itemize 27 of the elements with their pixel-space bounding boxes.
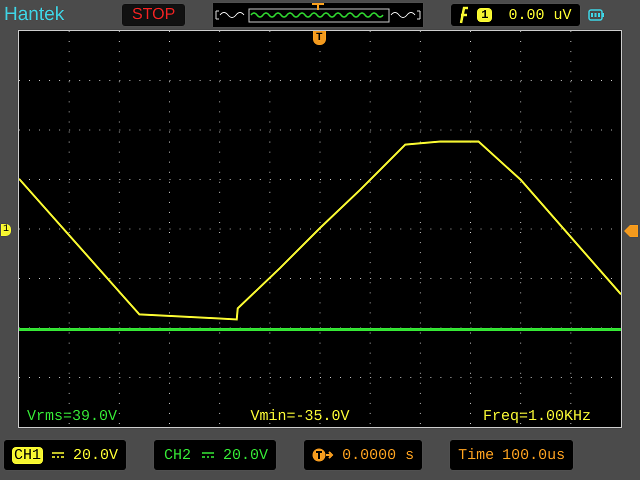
trigger-level: 0.00 uV <box>508 6 572 24</box>
trigger-position-marker[interactable]: T <box>313 31 326 45</box>
trigger-edge-icon <box>459 6 470 24</box>
trigger-source: 1 <box>477 8 492 22</box>
dc-coupling-icon <box>51 450 66 460</box>
measurement-readout: Vrms=39.0V <box>27 408 118 425</box>
channel-scale: 20.0V <box>73 446 118 464</box>
dc-coupling-icon <box>201 450 216 460</box>
timebase-label: Time <box>458 446 494 464</box>
channel-scale: 20.0V <box>223 446 268 464</box>
timebase-panel[interactable]: Time 100.0us <box>450 440 574 470</box>
channel-label: CH1 <box>12 446 44 464</box>
channel-scale-panel[interactable]: CH1 20.0V <box>4 440 126 470</box>
trigger-level-marker[interactable] <box>624 224 638 238</box>
trigger-offset-icon <box>312 448 334 462</box>
brand-logo: Hantek <box>4 4 66 26</box>
timebase-value: 100.0us <box>502 446 566 464</box>
run-status[interactable]: STOP <box>122 4 186 26</box>
measurement-readout: Vmin=-35.0V <box>250 408 350 425</box>
trigger-position-panel[interactable]: 0.0000 s <box>304 440 422 470</box>
channel-label: CH2 <box>163 446 192 464</box>
measurement-readout: Freq=1.00KHz <box>482 408 591 425</box>
battery-icon <box>588 9 604 21</box>
ch1-level-marker[interactable]: 1 <box>1 224 12 236</box>
channel-scale-panel[interactable]: CH2 20.0V <box>154 440 276 470</box>
trigger-position: 0.0000 s <box>342 446 414 464</box>
memory-overview-icon <box>213 3 424 27</box>
